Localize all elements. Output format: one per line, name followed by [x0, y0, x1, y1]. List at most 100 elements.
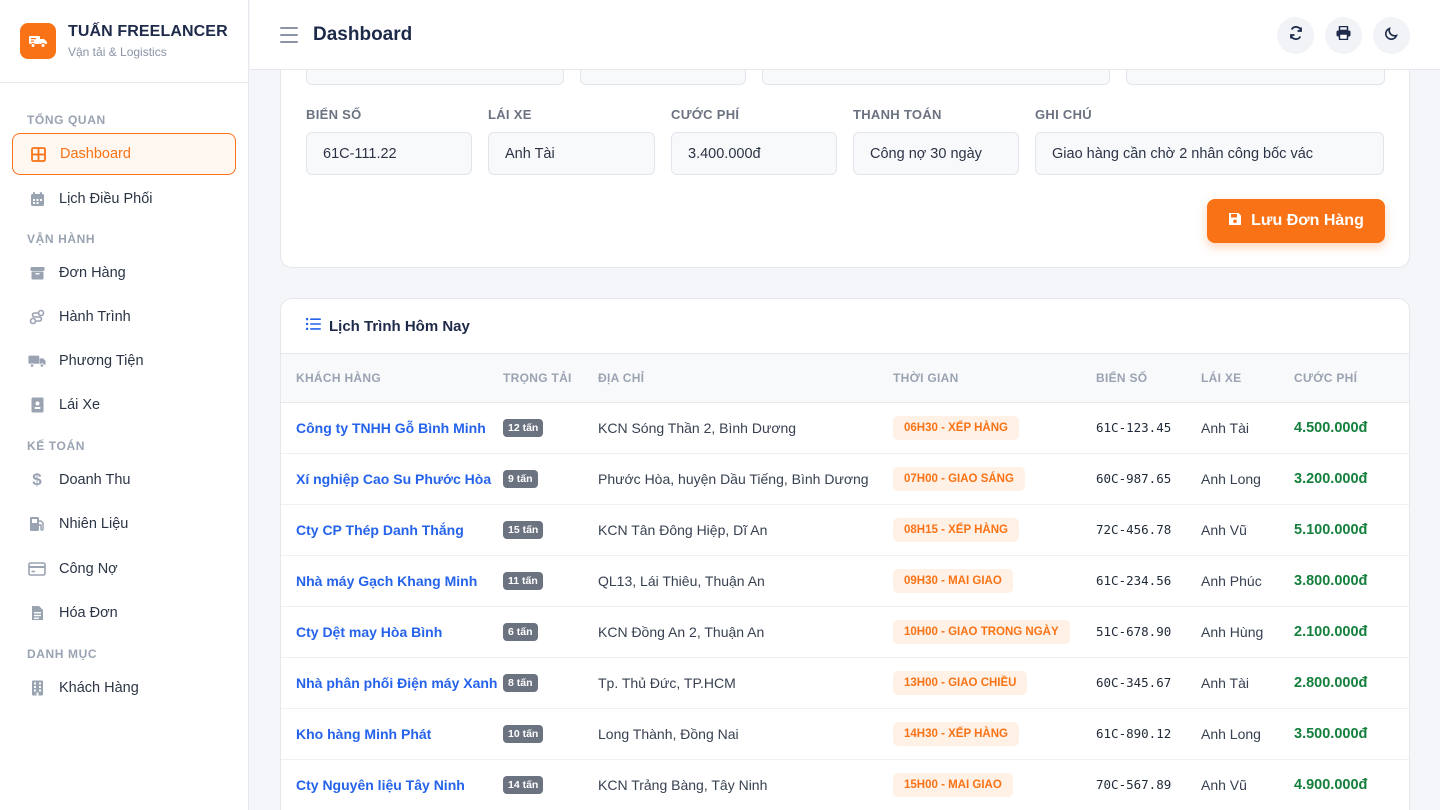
address-text: KCN Sóng Thần 2, Bình Dương [598, 419, 797, 436]
schedule-card: Lịch Trình Hôm Nay KHÁCH HÀNG TRỌNG TẢI … [280, 298, 1410, 810]
menu-toggle-icon[interactable] [280, 26, 298, 43]
driver-text: Anh Hùng [1201, 623, 1264, 640]
time-badge: 15H00 - MAI GIAO [893, 772, 1013, 797]
driver-text: Anh Tài [1201, 674, 1249, 691]
moon-icon [1384, 26, 1399, 45]
fee-text: 4.500.000đ [1294, 419, 1368, 436]
sidebar-item-drivers[interactable]: Lái Xe [12, 384, 236, 426]
driver-text: Anh Phúc [1201, 572, 1262, 589]
main-content: BIỂN SỐ 61C-111.22 LÁI XE Anh Tài CƯỚC P… [250, 0, 1440, 810]
address-text: KCN Tân Đông Hiệp, Dĩ An [598, 521, 768, 538]
print-button[interactable] [1325, 17, 1362, 54]
fee-input[interactable]: 3.400.000đ [671, 132, 837, 175]
fee-text: 5.100.000đ [1294, 521, 1368, 538]
plate-text: 60C-345.67 [1096, 675, 1172, 690]
driver-text: Anh Vũ [1201, 521, 1247, 538]
column-header[interactable]: TRỌNG TẢI [503, 354, 598, 403]
calendar-icon [28, 190, 46, 208]
column-header[interactable]: ĐỊA CHỈ [598, 354, 893, 403]
schedule-title: Lịch Trình Hôm Nay [329, 317, 470, 335]
customer-link[interactable]: Xí nghiệp Cao Su Phước Hòa [296, 471, 491, 487]
driver-label: LÁI XE [488, 107, 532, 122]
table-row[interactable]: Xí nghiệp Cao Su Phước Hòa 9 tấn Phước Hòa… [281, 453, 1409, 505]
plate-label: BIỂN SỐ [306, 107, 362, 122]
sidebar-item-dashboard[interactable]: Dashboard [12, 133, 236, 175]
table-row[interactable]: Cty CP Thép Danh Thắng 15 tấn KCN Tân Đông… [281, 504, 1409, 556]
customer-link[interactable]: Kho hàng Minh Phát [296, 726, 431, 742]
plate-text: 60C-987.65 [1096, 471, 1172, 486]
sidebar-item-revenue[interactable]: $ Doanh Thu [12, 459, 236, 501]
sidebar-item-label: Nhiên Liệu [59, 516, 129, 532]
driver-text: Anh Long [1201, 725, 1261, 742]
table-row[interactable]: Nhà phân phối Điện máy Xanh 8 tấn Tp. Thủ … [281, 657, 1409, 709]
customer-link[interactable]: Công ty TNHH Gỗ Bình Minh [296, 420, 486, 436]
sidebar-item-label: Dashboard [60, 146, 131, 162]
fee-text: 3.500.000đ [1294, 725, 1368, 742]
save-order-button[interactable]: Lưu Đơn Hàng [1207, 199, 1385, 243]
plate-text: 61C-123.45 [1096, 420, 1172, 435]
building-icon [28, 679, 46, 697]
plate-text: 70C-567.89 [1096, 777, 1172, 792]
brand[interactable]: TUẤN FREELANCER Vận tải & Logistics [0, 0, 248, 83]
time-badge: 14H30 - XẾP HÀNG [893, 721, 1019, 746]
column-header[interactable]: THỜI GIAN [893, 354, 1096, 403]
payment-label: THANH TOÁN [853, 107, 942, 122]
save-order-label: Lưu Đơn Hàng [1251, 212, 1364, 229]
column-header[interactable]: CƯỚC PHÍ [1294, 354, 1409, 403]
sidebar-item-label: Lái Xe [59, 397, 101, 413]
table-row[interactable]: Cty Nguyên liệu Tây Ninh 14 tấn KCN Trảng … [281, 759, 1409, 810]
note-input[interactable]: Giao hàng cần chờ 2 nhân công bốc vác [1035, 132, 1384, 175]
sidebar-item-vehicles[interactable]: Phương Tiện [12, 340, 236, 382]
refresh-button[interactable] [1277, 17, 1314, 54]
time-badge: 09H30 - MAI GIAO [893, 568, 1013, 593]
time-badge: 06H30 - XẾP HÀNG [893, 415, 1019, 440]
sidebar-item-schedule[interactable]: Lịch Điều Phối [12, 178, 236, 220]
customer-link[interactable]: Cty CP Thép Danh Thắng [296, 522, 464, 538]
sidebar-item-fuel[interactable]: Nhiên Liệu [12, 503, 236, 545]
driver-text: Anh Long [1201, 470, 1261, 487]
sidebar-item-label: Doanh Thu [59, 472, 131, 488]
truck-icon [28, 352, 46, 370]
table-row[interactable]: Công ty TNHH Gỗ Bình Minh 12 tấn KCN Sóng … [281, 402, 1409, 454]
sidebar-item-customers[interactable]: Khách Hàng [12, 667, 236, 709]
top-header: Dashboard [250, 0, 1440, 70]
driver-text: Anh Tài [1201, 419, 1249, 436]
sidebar-item-label: Hành Trình [59, 309, 131, 325]
load-badge: 8 tấn [503, 674, 538, 692]
customer-link[interactable]: Nhà máy Gạch Khang Minh [296, 573, 477, 589]
address-text: Phước Hòa, huyện Dầu Tiếng, Bình Dương [598, 470, 869, 487]
sidebar-item-debts[interactable]: Công Nợ [12, 548, 236, 590]
address-text: Long Thành, Đồng Nai [598, 725, 739, 742]
dark-mode-button[interactable] [1373, 17, 1410, 54]
sidebar-item-label: Hóa Đơn [59, 605, 118, 621]
fuel-icon [28, 515, 46, 533]
plate-input[interactable]: 61C-111.22 [306, 132, 472, 175]
customer-link[interactable]: Cty Nguyên liệu Tây Ninh [296, 777, 465, 793]
id-badge-icon [28, 396, 46, 414]
load-badge: 12 tấn [503, 419, 544, 437]
sidebar-item-orders[interactable]: Đơn Hàng [12, 252, 236, 294]
fee-text: 3.800.000đ [1294, 572, 1368, 589]
time-badge: 10H00 - GIAO TRONG NGÀY [893, 619, 1070, 644]
sidebar-item-invoices[interactable]: Hóa Đơn [12, 592, 236, 634]
driver-input[interactable]: Anh Tài [488, 132, 655, 175]
schedule-table: KHÁCH HÀNG TRỌNG TẢI ĐỊA CHỈ THỜI GIAN B… [281, 354, 1409, 810]
load-badge: 6 tấn [503, 623, 538, 641]
table-row[interactable]: Cty Dệt may Hòa Bình 6 tấn KCN Đồng An 2, … [281, 606, 1409, 658]
time-badge: 13H00 - GIAO CHIỀU [893, 670, 1028, 695]
customer-link[interactable]: Nhà phân phối Điện máy Xanh [296, 675, 497, 691]
box-icon [28, 264, 46, 282]
customer-link[interactable]: Cty Dệt may Hòa Bình [296, 624, 442, 640]
note-label: GHI CHÚ [1035, 107, 1092, 122]
table-row[interactable]: Nhà máy Gạch Khang Minh 11 tấn QL13, Lái T… [281, 555, 1409, 607]
fee-text: 2.800.000đ [1294, 674, 1368, 691]
sidebar-item-label: Khách Hàng [59, 680, 139, 696]
column-header[interactable]: KHÁCH HÀNG [281, 354, 503, 403]
table-row[interactable]: Kho hàng Minh Phát 10 tấn Long Thành, Đồng… [281, 708, 1409, 760]
column-header[interactable]: BIỂN SỐ [1096, 354, 1201, 403]
payment-select[interactable]: Công nợ 30 ngày [853, 132, 1019, 175]
load-badge: 15 tấn [503, 521, 544, 539]
sidebar-item-routes[interactable]: Hành Trình [12, 296, 236, 338]
fee-text: 4.900.000đ [1294, 776, 1368, 793]
column-header[interactable]: LÁI XE [1201, 354, 1294, 403]
